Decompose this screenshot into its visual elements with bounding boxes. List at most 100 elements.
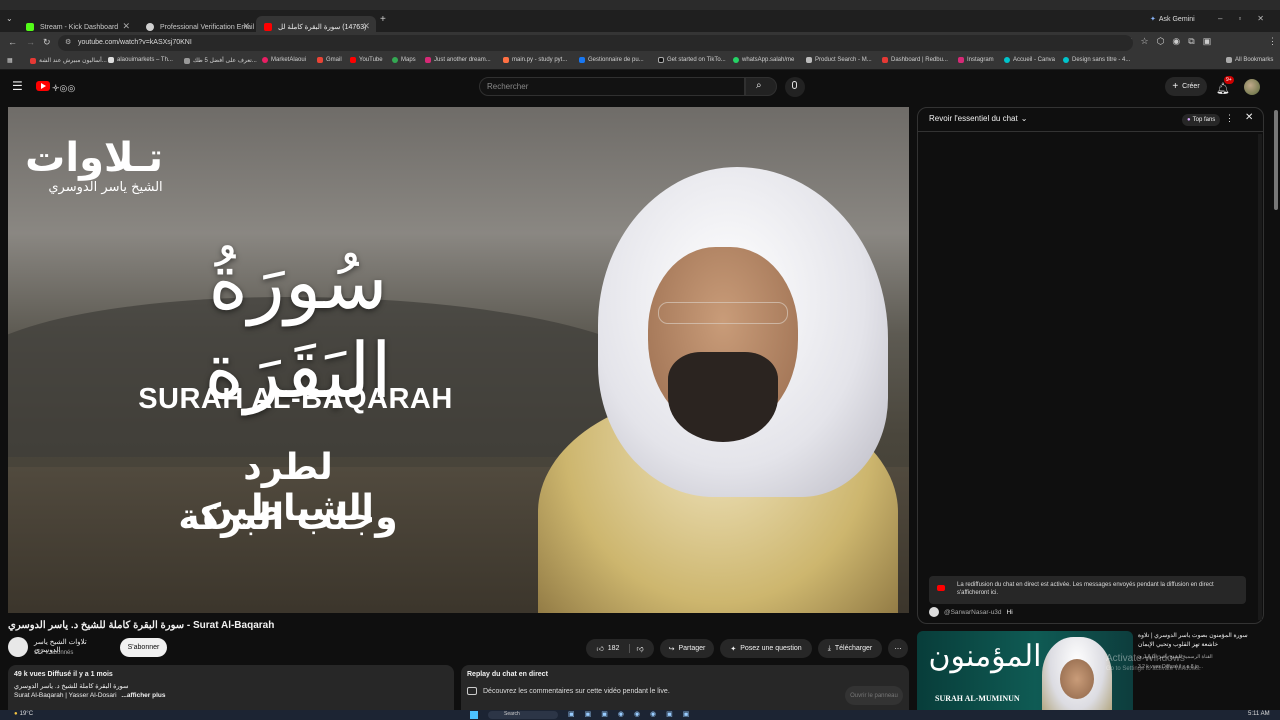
more-actions-icon: ⋯ bbox=[894, 645, 902, 653]
taskbar-search-label: Search bbox=[504, 711, 520, 717]
bookmark-item[interactable]: MarketAlaoui bbox=[262, 57, 306, 63]
reciter-image bbox=[508, 162, 908, 613]
all-bookmarks[interactable]: All Bookmarks bbox=[1226, 57, 1273, 63]
close-tab-icon[interactable]: ✕ bbox=[362, 21, 370, 32]
bookmark-label: تعرف على أفضل 5 طك... bbox=[193, 58, 257, 64]
chat-user-avatar bbox=[929, 607, 939, 617]
more-options-icon[interactable]: ⋮ bbox=[1225, 113, 1234, 124]
replay-row: Découvrez les commentaires sur cette vid… bbox=[467, 687, 670, 695]
bookmark-item[interactable]: Instagram bbox=[958, 57, 994, 63]
microphone-icon bbox=[792, 81, 797, 89]
menu-dots-icon[interactable]: ⋮ bbox=[1268, 36, 1277, 47]
bookmark-item[interactable]: أساليون مبيرش عند الشة... bbox=[30, 57, 107, 64]
windows-taskbar: ● 19°C Search ▣▣▣◉◉◉▣▣ 5:11 AM bbox=[0, 710, 1280, 720]
chat-message: @SarwarNasar-u3d Hi bbox=[929, 607, 1013, 617]
dislike-button[interactable]: 👎︎ bbox=[629, 644, 644, 653]
ask-gemini-label: Ask Gemini bbox=[1158, 15, 1195, 23]
bookmark-item[interactable]: Design sans titre - 4... bbox=[1063, 57, 1130, 63]
thumbs-down-icon: 👎︎ bbox=[636, 646, 644, 653]
minimize-icon[interactable]: – bbox=[1218, 14, 1222, 23]
back-icon[interactable]: ← bbox=[8, 37, 17, 47]
voice-search-button[interactable] bbox=[785, 77, 805, 97]
search-input[interactable]: Rechercher bbox=[479, 77, 745, 96]
url-bar[interactable]: ⚙ youtube.com/watch?v=kASXsj70KNI bbox=[58, 35, 1133, 51]
bookmark-label: alaouimarkets – Th... bbox=[117, 57, 173, 63]
create-button[interactable]: + Créer bbox=[1165, 77, 1207, 96]
tab-label: Professional Verification Email bbox=[160, 23, 255, 31]
notifications-button[interactable]: 🔔︎ 9+ bbox=[1216, 76, 1234, 97]
more-actions-button[interactable]: ⋯ bbox=[888, 639, 908, 658]
bookmark-item[interactable]: Just another dream... bbox=[425, 57, 491, 63]
bookmark-item[interactable]: تعرف على أفضل 5 طك... bbox=[184, 57, 257, 64]
description-line1: سورة البقرة كاملة للشيخ د. ياسر الدوسري bbox=[14, 683, 129, 690]
apps-icon[interactable]: ▦ bbox=[7, 57, 13, 64]
ask-question-button[interactable]: ✦ Posez une question bbox=[720, 639, 812, 658]
channel-avatar[interactable] bbox=[8, 637, 28, 657]
recommended-title[interactable]: سورة المؤمنون بصوت ياسر الدوسري | تلاوة … bbox=[1138, 632, 1258, 650]
chevron-down-icon: ⌄ bbox=[1020, 114, 1028, 123]
live-chat-panel: Revoir l'essentiel du chat ⌄ ● Top fans … bbox=[917, 107, 1264, 624]
activate-windows-subtext: Go to Settings to activate Windows. bbox=[1106, 666, 1201, 672]
taskbar-apps: ▣▣▣◉◉◉▣▣ bbox=[568, 711, 700, 718]
extensions-area: ▣☆⬡◉⧉▣ bbox=[1124, 36, 1220, 46]
bookmark-label: Product Search - M... bbox=[815, 57, 872, 63]
search-button[interactable]: ⌕ bbox=[745, 77, 777, 96]
thumb-arabic-title: المؤمنون bbox=[928, 639, 1042, 674]
close-tab-icon[interactable]: ✕ bbox=[242, 21, 250, 32]
like-button[interactable]: 👍︎ 182 bbox=[596, 644, 619, 653]
bookmark-label: main.py - study pyt... bbox=[512, 57, 568, 63]
hamburger-menu-icon[interactable]: ☰ bbox=[12, 79, 23, 93]
create-label: Créer bbox=[1182, 83, 1200, 90]
clock[interactable]: 5:11 AM bbox=[1248, 711, 1270, 717]
reload-icon[interactable]: ↻ bbox=[43, 37, 51, 48]
bookmark-item[interactable]: Accueil - Canva bbox=[1004, 57, 1055, 63]
sparkle-icon: ✦ bbox=[730, 645, 737, 653]
window-controls: – ▫ ✕ bbox=[1218, 14, 1264, 23]
close-window-icon[interactable]: ✕ bbox=[1257, 14, 1264, 23]
weather-widget[interactable]: ● 19°C bbox=[14, 711, 33, 717]
new-tab-button[interactable]: + bbox=[380, 14, 386, 25]
bookmark-item[interactable]: Dashboard | Redbu... bbox=[882, 57, 948, 63]
open-chat-panel-button[interactable]: Ouvrir le panneau bbox=[845, 686, 903, 705]
weather-temp: 19°C bbox=[19, 711, 34, 717]
weather-icon: ● bbox=[14, 711, 18, 717]
recommended-thumbnail[interactable]: المؤمنون SURAH AL-MUMINUN bbox=[917, 631, 1133, 720]
page-scrollbar[interactable] bbox=[1274, 110, 1278, 210]
url-text: youtube.com/watch?v=kASXsj70KNI bbox=[78, 39, 192, 46]
maximize-icon[interactable]: ▫ bbox=[1238, 14, 1241, 23]
thumb-english-title: SURAH AL-MUMINUN bbox=[935, 694, 1020, 703]
forward-icon[interactable]: → bbox=[26, 37, 35, 47]
ask-gemini-button[interactable]: ✦ Ask Gemini bbox=[1150, 15, 1195, 24]
chat-header-dropdown[interactable]: Revoir l'essentiel du chat ⌄ bbox=[929, 114, 1027, 123]
start-button[interactable] bbox=[470, 711, 478, 719]
video-player[interactable]: تـلاوات الشيخ ياسر الدوسري سُورَةُ البَق… bbox=[8, 107, 909, 613]
tab-list-button[interactable]: ⌄ bbox=[6, 14, 13, 23]
video-top-title: تـلاوات bbox=[25, 135, 163, 181]
bookmark-item[interactable]: Maps bbox=[392, 57, 416, 63]
download-button[interactable]: ⤓ Télécharger bbox=[818, 639, 882, 658]
bookmark-item[interactable]: Gmail bbox=[317, 57, 342, 63]
bookmark-item[interactable]: whatsApp.salah/me bbox=[733, 57, 794, 63]
beard-shape bbox=[668, 352, 778, 442]
top-fans-button[interactable]: ● Top fans bbox=[1182, 114, 1221, 126]
bookmark-item[interactable]: alaouimarkets – Th... bbox=[108, 57, 173, 63]
bookmark-item[interactable]: Product Search - M... bbox=[806, 57, 872, 63]
search-icon: ⌕ bbox=[756, 80, 762, 91]
avatar[interactable] bbox=[1244, 79, 1260, 95]
youtube-logo[interactable] bbox=[36, 81, 50, 91]
show-more-link[interactable]: ...afficher plus bbox=[121, 692, 165, 699]
chat-scrollbar[interactable] bbox=[1258, 134, 1262, 620]
close-tab-icon[interactable]: ✕ bbox=[122, 21, 130, 32]
bookmark-item[interactable]: Gestionnaire de pu... bbox=[579, 57, 644, 63]
taskbar-search[interactable]: Search bbox=[488, 711, 558, 719]
surah-english-title: SURAH AL-BAQARAH bbox=[138, 383, 453, 415]
close-chat-icon[interactable]: ✕ bbox=[1245, 112, 1253, 123]
bookmark-label: Dashboard | Redbu... bbox=[891, 57, 948, 63]
bookmark-item[interactable]: main.py - study pyt... bbox=[503, 57, 567, 63]
share-button[interactable]: ↪ Partager bbox=[660, 639, 714, 658]
subscribe-button[interactable]: S'abonner bbox=[120, 638, 167, 657]
bookmark-item[interactable]: Get started on TikTo... bbox=[658, 57, 726, 63]
chat-username: @SarwarNasar-u3d bbox=[944, 608, 1002, 616]
bookmark-item[interactable]: YouTube bbox=[350, 57, 383, 63]
site-info-icon[interactable]: ⚙ bbox=[65, 38, 71, 46]
